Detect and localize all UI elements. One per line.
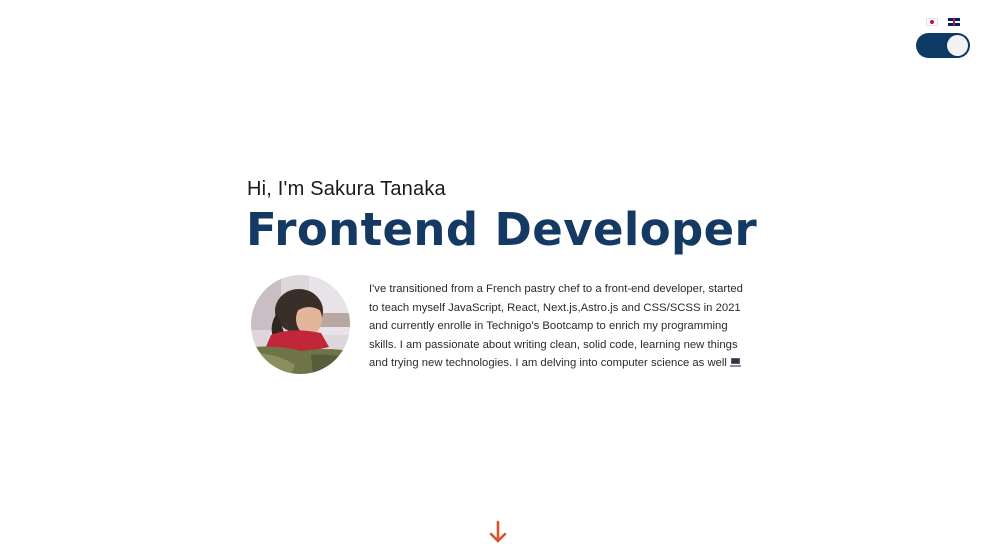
bio-body: I've transitioned from a French pastry c…	[369, 283, 743, 369]
uk-flag-icon[interactable]	[948, 18, 960, 26]
avatar	[251, 275, 350, 374]
toggle-knob	[947, 35, 968, 56]
arrow-down-icon[interactable]	[488, 520, 508, 544]
page-title: Frontend Developer	[246, 203, 758, 256]
greeting: Hi, I'm Sakura Tanaka	[247, 178, 446, 200]
profile-photo	[251, 275, 350, 374]
page: Hi, I'm Sakura Tanaka Frontend Developer…	[0, 0, 1000, 544]
bio-text: I've transitioned from a French pastry c…	[369, 280, 754, 373]
laptop-icon	[729, 358, 741, 367]
japan-flag-icon[interactable]	[926, 18, 938, 26]
theme-toggle[interactable]	[916, 33, 970, 58]
language-switcher	[926, 18, 960, 26]
